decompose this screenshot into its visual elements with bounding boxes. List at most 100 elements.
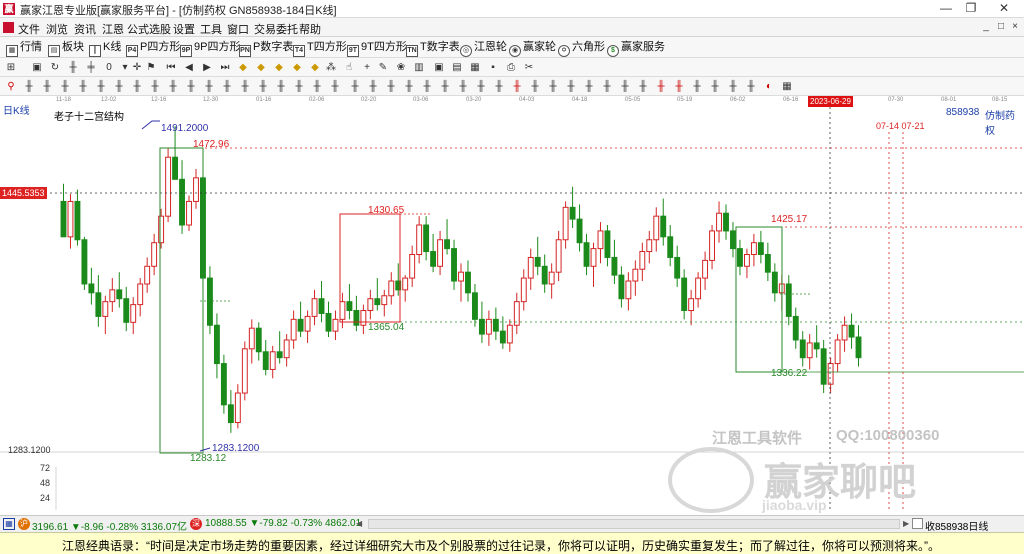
bars-11-icon[interactable]: ╫ xyxy=(202,80,216,93)
film-icon[interactable]: ▦ xyxy=(468,61,482,74)
bars-27-icon[interactable]: ╫ xyxy=(492,80,506,93)
bars-19-icon[interactable]: ╫ xyxy=(348,80,362,93)
bars-30-icon[interactable]: ╫ xyxy=(564,80,578,93)
cross-icon[interactable]: ✛ xyxy=(130,61,144,74)
toolbar-hexagon-button[interactable]: ✡ 六角形 xyxy=(558,40,605,57)
bars-4-icon[interactable]: ╫ xyxy=(76,80,90,93)
bars-24-icon[interactable]: ╫ xyxy=(438,80,452,93)
bars-26-icon[interactable]: ╫ xyxy=(474,80,488,93)
hand-icon[interactable]: ☝ xyxy=(342,61,356,74)
bars-36-icon[interactable]: ╫ xyxy=(708,80,722,93)
menu-settings[interactable]: 设置 xyxy=(173,21,195,37)
menu-file[interactable]: 文件 xyxy=(18,21,40,37)
bars-21-icon[interactable]: ╫ xyxy=(384,80,398,93)
menu-browse[interactable]: 浏览 xyxy=(46,21,68,37)
diamond-4-icon[interactable]: ◆ xyxy=(290,61,304,74)
crosshair-icon[interactable]: + xyxy=(360,61,374,74)
scroll-left-icon[interactable]: ◀ xyxy=(356,519,364,529)
toolbar-p-square-button[interactable]: P4 P四方形 xyxy=(126,40,180,57)
status-chart-icon[interactable] xyxy=(912,518,923,529)
menu-window[interactable]: 窗口 xyxy=(227,21,249,37)
draw-line-icon[interactable]: ⚲ xyxy=(4,80,18,93)
gift-icon[interactable]: ❀ xyxy=(394,61,408,74)
layout-icon[interactable]: ⊞ xyxy=(4,61,18,74)
bars-1-icon[interactable]: ╫ xyxy=(22,80,36,93)
toolbar-kline-button[interactable]: ┃ K线 xyxy=(89,40,121,57)
mdi-restore-button[interactable]: □ xyxy=(994,20,1008,33)
candle-type-icon[interactable]: ╪ xyxy=(84,61,98,74)
menu-help[interactable]: 帮助 xyxy=(299,21,321,37)
bars-14-icon[interactable]: ╫ xyxy=(256,80,270,93)
bars-38-icon[interactable]: ╫ xyxy=(744,80,758,93)
diamond-2-icon[interactable]: ◆ xyxy=(254,61,268,74)
go-prev-icon[interactable]: ◀ xyxy=(182,61,196,74)
bars-33-icon[interactable]: ╫ xyxy=(618,80,632,93)
pattern-icon[interactable]: ⁂ xyxy=(324,61,338,74)
flag-icon[interactable]: ⚑ xyxy=(144,61,158,74)
bars-16-icon[interactable]: ╫ xyxy=(292,80,306,93)
chart-style-icon[interactable]: ▣ xyxy=(30,61,44,74)
bars-37-icon[interactable]: ╫ xyxy=(726,80,740,93)
app-menu-icon[interactable] xyxy=(3,22,14,33)
toolbar-9p-square-button[interactable]: 9P 9P四方形 xyxy=(180,40,240,57)
bars-12-icon[interactable]: ╫ xyxy=(220,80,234,93)
calc-icon[interactable]: ▥ xyxy=(412,61,426,74)
toolbar-t-number-table-button[interactable]: TN T数字表 xyxy=(406,40,460,57)
bars-2-icon[interactable]: ╫ xyxy=(40,80,54,93)
print-icon[interactable]: ⎙ xyxy=(504,61,518,74)
bars-8-icon[interactable]: ╫ xyxy=(148,80,162,93)
bars-29-icon[interactable]: ╫ xyxy=(546,80,560,93)
bar-type-icon[interactable]: ╫ xyxy=(66,61,80,74)
save-icon[interactable]: ▪ xyxy=(486,61,500,74)
scroll-right-icon[interactable]: ▶ xyxy=(903,519,911,529)
go-first-icon[interactable]: ⏮ xyxy=(164,61,178,74)
diamond-1-icon[interactable]: ◆ xyxy=(236,61,250,74)
toolbar-quotes-button[interactable]: ▦ 行情 xyxy=(6,40,42,57)
sh-index-status[interactable]: 3196.61 ▼-8.96 -0.28% 3136.07亿 xyxy=(32,518,187,533)
grid-tool-icon[interactable]: ▦ xyxy=(780,80,794,93)
bars-9-icon[interactable]: ╫ xyxy=(166,80,180,93)
bars-20-icon[interactable]: ╫ xyxy=(366,80,380,93)
color-wheel-icon[interactable]: ◐ xyxy=(762,80,776,93)
bars-15-icon[interactable]: ╫ xyxy=(274,80,288,93)
mdi-minimize-button[interactable]: _ xyxy=(979,20,993,33)
toolbar-t-square-button[interactable]: T4 T四方形 xyxy=(293,40,347,57)
bars-32-icon[interactable]: ╫ xyxy=(600,80,614,93)
sz-index-icon[interactable]: 深 xyxy=(190,518,202,530)
bars-22-icon[interactable]: ╫ xyxy=(402,80,416,93)
toolbar-winner-wheel-button[interactable]: ◉ 赢家轮 xyxy=(509,40,556,57)
red-bars-1-icon[interactable]: ╫ xyxy=(510,80,524,93)
bars-34-icon[interactable]: ╫ xyxy=(636,80,650,93)
red-bars-2-icon[interactable]: ╫ xyxy=(654,80,668,93)
horizontal-scrollbar[interactable] xyxy=(368,519,900,529)
zero-axis-icon[interactable]: 0 xyxy=(102,61,116,74)
sz-index-status[interactable]: 10888.55 ▼-79.82 -0.73% 4862.01 xyxy=(205,518,361,529)
bars-23-icon[interactable]: ╫ xyxy=(420,80,434,93)
menu-gann[interactable]: 江恩 xyxy=(102,21,124,37)
bars-5-icon[interactable]: ╫ xyxy=(94,80,108,93)
bars-3-icon[interactable]: ╫ xyxy=(58,80,72,93)
mdi-close-button[interactable]: × xyxy=(1008,20,1022,33)
menu-formula[interactable]: 公式选股 xyxy=(127,21,171,37)
toolbar-sector-button[interactable]: ▤ 板块 xyxy=(48,40,84,57)
sh-index-icon[interactable]: 沪 xyxy=(18,518,30,530)
bars-31-icon[interactable]: ╫ xyxy=(582,80,596,93)
refresh-icon[interactable]: ↻ xyxy=(48,61,62,74)
toolbar-gann-wheel-button[interactable]: ◎ 江恩轮 xyxy=(460,40,507,57)
window-icon[interactable]: ▤ xyxy=(450,61,464,74)
kline-chart[interactable]: 日K线 老子十二宫结构 858938 仿制药权 1445.5353 1283.1… xyxy=(0,106,1024,513)
tools-icon[interactable]: ✂ xyxy=(522,61,536,74)
bars-35-icon[interactable]: ╫ xyxy=(690,80,704,93)
go-last-icon[interactable]: ⏭ xyxy=(218,61,232,74)
restore-button[interactable]: ❐ xyxy=(955,0,987,17)
toolbar-p-number-table-button[interactable]: PN P数字表 xyxy=(239,40,293,57)
bars-10-icon[interactable]: ╫ xyxy=(184,80,198,93)
pen-icon[interactable]: ✎ xyxy=(376,61,390,74)
bars-13-icon[interactable]: ╫ xyxy=(238,80,252,93)
red-bars-3-icon[interactable]: ╫ xyxy=(672,80,686,93)
grid-toggle-icon[interactable]: ▦ xyxy=(3,518,15,530)
menu-info[interactable]: 资讯 xyxy=(74,21,96,37)
toolbar-9t-square-button[interactable]: 9T 9T四方形 xyxy=(347,40,407,57)
bars-25-icon[interactable]: ╫ xyxy=(456,80,470,93)
kline-svg[interactable] xyxy=(0,107,1024,510)
